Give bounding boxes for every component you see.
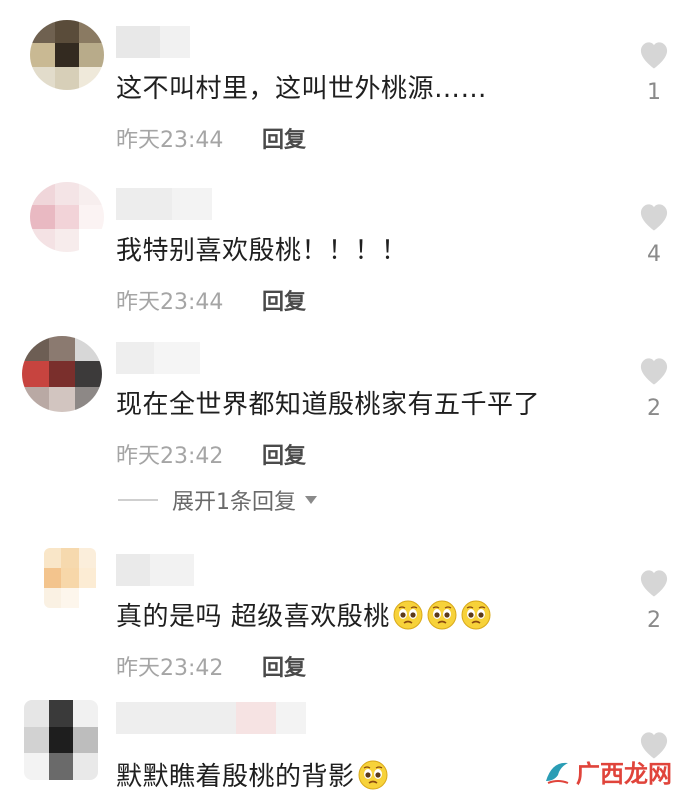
avatar[interactable] [30,20,104,90]
avatar[interactable] [44,548,96,608]
pleading-face-emoji [461,600,491,630]
comment-time: 昨天23:44 [116,290,224,315]
avatar[interactable] [30,182,104,252]
expand-divider [118,499,158,501]
comment-text: 默默瞧着殷桃的背影 [116,756,389,793]
reply-button[interactable]: 回复 [262,438,306,470]
like-count: 1 [647,80,661,105]
comment-text: 现在全世界都知道殷桃家有五千平了 [116,390,541,420]
comment-text: 我特别喜欢殷桃！！！！ [116,236,408,266]
comment-time: 昨天23:44 [116,128,224,153]
reply-button[interactable]: 回复 [262,284,306,316]
heart-icon [640,42,668,69]
comment-time: 昨天23:42 [116,444,224,469]
comment-text: 这不叫村里，这叫世外桃源…… [116,74,488,104]
avatar[interactable] [22,336,102,412]
heart-icon [640,358,668,385]
comment-text: 真的是吗 超级喜欢殷桃 [116,596,492,633]
pleading-face-emoji [393,600,423,630]
watermark-text: 广西龙网 [576,760,672,788]
pleading-face-emoji [358,760,388,790]
expand-replies-label: 展开1条回复 [172,490,296,515]
username[interactable] [116,554,194,586]
like-button[interactable]: 4 [634,200,674,267]
heart-icon [640,570,668,597]
comment-text-body: 默默瞧着殷桃的背影 [116,762,355,792]
username[interactable] [116,702,306,734]
pleading-face-emoji [427,600,457,630]
username[interactable] [116,342,200,374]
username[interactable] [116,188,212,220]
like-button[interactable]: 2 [634,566,674,633]
like-count: 4 [647,242,661,267]
like-count: 2 [647,608,661,633]
reply-button[interactable]: 回复 [262,122,306,154]
comment-text-body: 真的是吗 超级喜欢殷桃 [116,602,390,632]
username[interactable] [116,26,190,58]
like-button[interactable]: 2 [634,354,674,421]
comment-feed: 这不叫村里，这叫世外桃源…… 昨天23:44 回复 1 我特别喜欢殷桃！！！！ … [0,0,700,801]
like-button[interactable]: 1 [634,38,674,105]
expand-replies-button[interactable]: 展开1条回复 [118,484,318,516]
comment-time: 昨天23:42 [116,656,224,681]
watermark-logo-icon [546,762,569,784]
watermark: 广西龙网 [542,754,672,789]
heart-icon [640,204,668,231]
reply-button[interactable]: 回复 [262,650,306,682]
triangle-down-icon [305,496,317,504]
avatar[interactable] [24,700,98,780]
like-count: 2 [647,396,661,421]
